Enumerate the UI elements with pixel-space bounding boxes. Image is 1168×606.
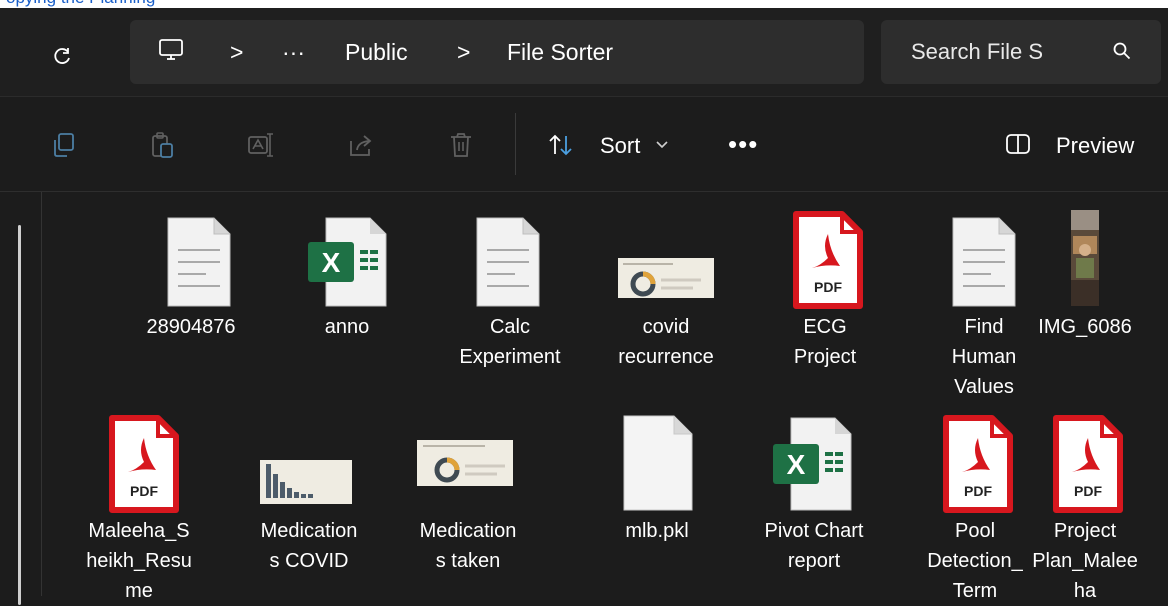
excel-icon: X (773, 417, 852, 511)
file-name: Medication s COVID (260, 520, 358, 572)
file-name: Maleeha_S heikh_Resu me (86, 520, 192, 602)
computer-icon[interactable] (158, 38, 184, 64)
copy-icon[interactable] (50, 131, 78, 159)
breadcrumb-item-current[interactable]: File Sorter (507, 20, 613, 84)
file-name: mlb.pkl (625, 520, 689, 542)
refresh-icon[interactable] (52, 46, 72, 66)
excel-letter: X (322, 247, 341, 278)
navigation-pane (0, 192, 42, 605)
breadcrumb[interactable]: > ··· Public > File Sorter (130, 20, 864, 84)
pdf-badge-label: PDF (1074, 483, 1102, 499)
search-icon[interactable] (1113, 42, 1131, 60)
blank-file-icon (623, 415, 693, 511)
file-name: IMG_6086 (1038, 316, 1132, 338)
file-grid: 28904876 X anno Calc Experiment covid re… (42, 192, 1168, 602)
file-name: anno (324, 316, 370, 338)
paste-icon[interactable] (148, 131, 176, 159)
preview-button[interactable]: Preview (1056, 133, 1134, 159)
pdf-badge-label: PDF (964, 483, 992, 499)
pdf-badge-label: PDF (814, 279, 842, 295)
more-options-button[interactable]: ••• (728, 121, 758, 167)
image-thumbnail (260, 460, 352, 504)
file-name: Pivot Chart report (764, 520, 864, 572)
file-name: Calc Experiment (459, 316, 561, 368)
command-bar: Sort ••• Preview (0, 96, 1168, 192)
toolbar-divider (515, 113, 516, 175)
pdf-icon: PDF (793, 211, 863, 309)
delete-icon[interactable] (447, 131, 475, 159)
excel-icon: X (308, 217, 387, 307)
pdf-icon: PDF (1053, 415, 1123, 513)
photo-thumbnail (1071, 210, 1099, 306)
file-name: ECG Project (793, 316, 857, 368)
document-icon (167, 217, 231, 307)
breadcrumb-separator[interactable]: > (457, 20, 470, 84)
rename-icon[interactable] (246, 131, 274, 159)
breadcrumb-item-public[interactable]: Public (345, 20, 408, 84)
chevron-down-icon[interactable] (656, 141, 668, 149)
image-thumbnail (618, 258, 714, 298)
file-name: Medication s taken (419, 520, 517, 572)
breadcrumb-overflow-button[interactable]: ··· (282, 20, 305, 84)
file-name: covid recurrence (618, 316, 714, 368)
preview-pane-icon[interactable] (1006, 133, 1030, 155)
search-input[interactable]: Search File S (911, 20, 1043, 84)
share-icon[interactable] (347, 131, 375, 159)
document-icon (476, 217, 540, 307)
window-title-text: opying the Planning (6, 0, 155, 8)
excel-letter: X (787, 449, 806, 480)
search-box[interactable]: Search File S (881, 20, 1161, 84)
image-thumbnail (417, 440, 513, 486)
sort-button[interactable]: Sort (600, 133, 640, 159)
file-name: 28904876 (146, 316, 236, 338)
breadcrumb-separator[interactable]: > (230, 20, 243, 84)
sort-icon[interactable] (548, 133, 574, 157)
address-bar: > ··· Public > File Sorter Search File S (0, 8, 1168, 96)
navigation-scrollbar[interactable] (18, 225, 21, 605)
window-title-strip: opying the Planning (0, 0, 1168, 8)
pdf-icon: PDF (109, 415, 179, 513)
file-name: Project Plan_Malee ha (1032, 520, 1138, 602)
pdf-badge-label: PDF (130, 483, 158, 499)
